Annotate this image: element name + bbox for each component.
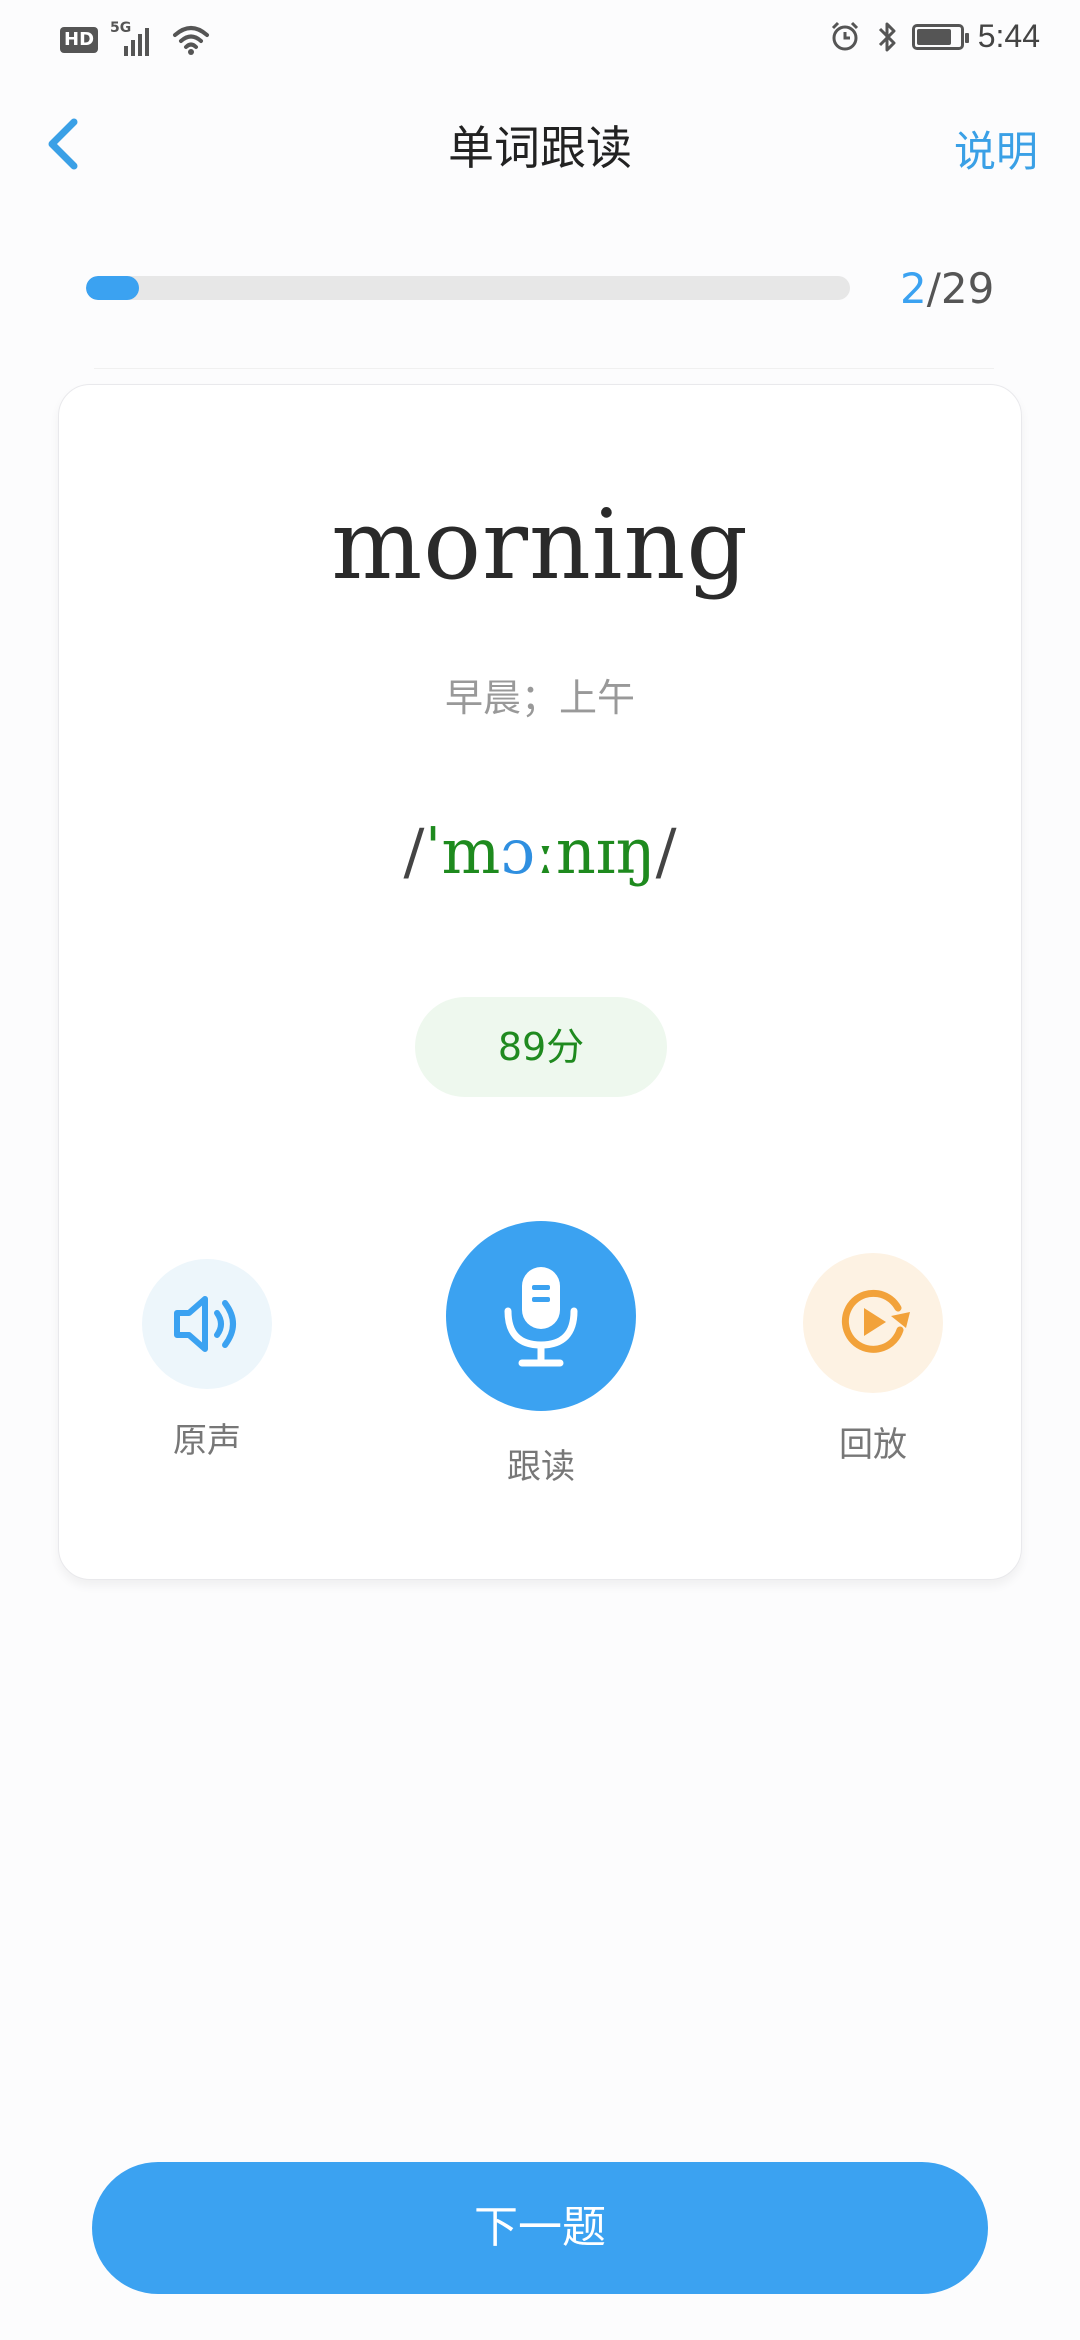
word-text: morning [331,489,749,601]
clock: 5:44 [977,18,1040,54]
score-badge: 89分 [415,997,667,1097]
divider [94,368,994,369]
alarm-icon [831,21,858,50]
microphone-icon [504,1267,578,1367]
progress-fill [86,276,139,300]
bluetooth-icon [878,22,896,51]
word-meaning: 早晨；上午 [444,676,635,720]
next-question-button[interactable]: 下一题 [92,2162,988,2294]
original-audio-button[interactable]: 原声 [97,1255,317,1462]
progress-counter: 2/29 [900,264,994,313]
status-bar: HD 5G 5:44 [0,0,1080,80]
playback-button[interactable]: 回放 [763,1253,983,1466]
signal-icon: 5G [110,20,160,58]
word-phonetic: /ˈmɔːnɪŋ/ [403,815,677,888]
playback-label: 回放 [839,1425,907,1465]
word-card: morning 早晨；上午 /ˈmɔːnɪŋ/ 89分 原声 跟读 回放 [58,384,1022,1580]
nav-bar: 单词跟读 说明 [0,100,1080,190]
progress-bar [86,276,850,300]
original-audio-label: 原声 [173,1421,241,1461]
wifi-icon [173,26,210,55]
progress-total: /29 [926,264,995,313]
page-title: 单词跟读 [448,121,632,175]
playback-icon [841,1289,910,1353]
record-button[interactable]: 跟读 [431,1221,651,1488]
help-button[interactable]: 说明 [954,118,1038,179]
progress-current: 2 [900,264,927,313]
speaker-icon [174,1296,236,1352]
hd-indicator: HD [60,27,99,53]
battery-icon [911,23,969,50]
record-label: 跟读 [507,1447,575,1487]
